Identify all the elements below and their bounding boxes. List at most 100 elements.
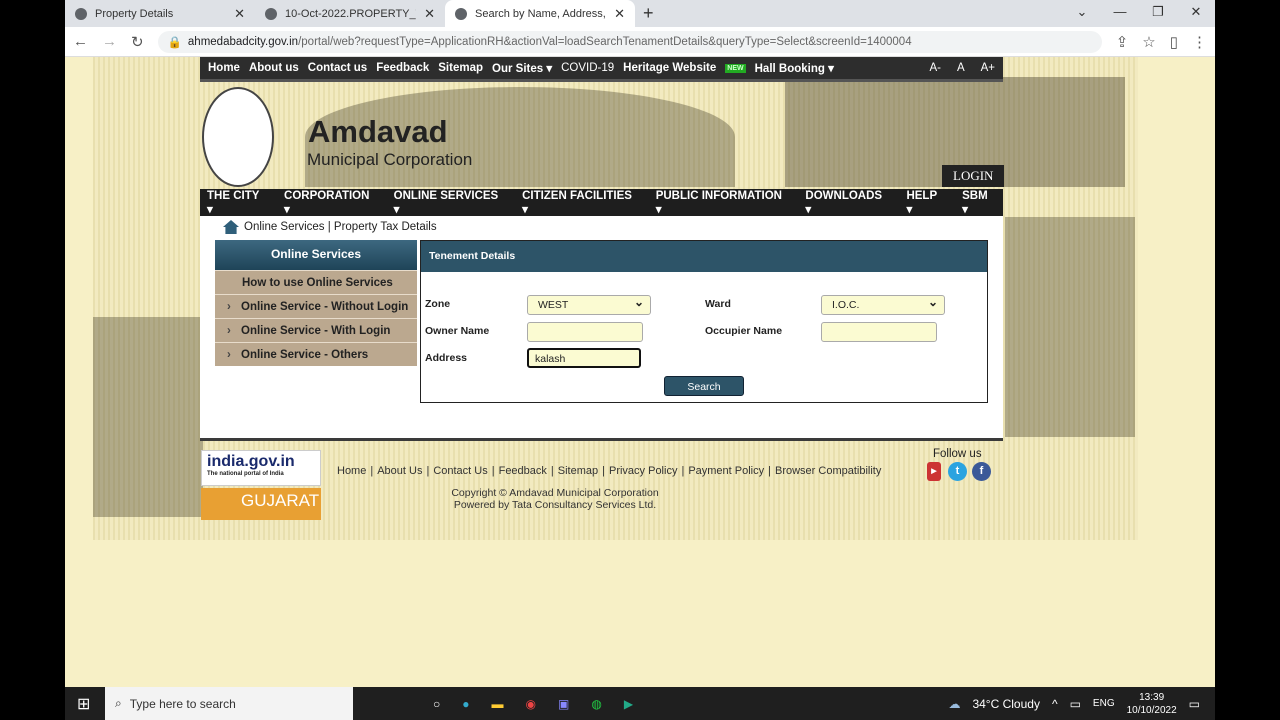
topnav-heritage[interactable]: Heritage Website [623, 62, 716, 74]
topnav-feedback[interactable]: Feedback [376, 62, 429, 74]
search-button[interactable]: Search [664, 376, 744, 396]
nav-sbm[interactable]: SBM ▾ [962, 190, 996, 216]
chrome-icon[interactable]: ◉ [526, 697, 536, 711]
sidebar-icon[interactable]: ▯ [1170, 33, 1178, 51]
url-host: ahmedabadcity.gov.in [187, 35, 299, 48]
windows-start-icon[interactable]: ⊞ [77, 694, 90, 714]
sidebar-title: Online Services [215, 240, 417, 270]
sidebar-item-with-login[interactable]: › Online Service - With Login [215, 318, 417, 342]
footer-link-feedback[interactable]: Feedback [499, 465, 547, 477]
new-badge: NEW [725, 63, 746, 73]
date: 10/10/2022 [1126, 704, 1177, 716]
search-icon: ⌕ [115, 696, 122, 710]
topnav-hall-booking[interactable]: Hall Booking ▾ [755, 61, 834, 75]
topnav-contact[interactable]: Contact us [308, 62, 367, 74]
task-view-icon[interactable]: ○ [433, 697, 440, 711]
notifications-icon[interactable]: ▭ [1189, 697, 1200, 711]
share-icon[interactable]: ⇪ [1116, 33, 1129, 51]
gujarat-portal-logo[interactable]: GUJARAT [201, 488, 321, 520]
tab-search[interactable]: Search by Name, Address, Zone, ✕ [445, 0, 635, 27]
footer-link-sitemap[interactable]: Sitemap [558, 465, 598, 477]
footer-link-payment[interactable]: Payment Policy [688, 465, 764, 477]
amc-logo[interactable] [202, 87, 274, 187]
copyright-text: Copyright © Amdavad Municipal Corporatio… [451, 487, 659, 499]
twitter-icon[interactable]: t [948, 462, 967, 481]
close-icon[interactable]: ✕ [614, 6, 625, 22]
forward-icon[interactable]: → [102, 33, 117, 50]
owner-name-input[interactable] [527, 322, 643, 342]
ward-select[interactable]: I.O.C. [821, 293, 945, 315]
topnav-our-sites[interactable]: Our Sites ▾ [492, 61, 552, 75]
maximize-button[interactable]: ❐ [1139, 0, 1177, 24]
home-icon[interactable] [223, 220, 239, 234]
tab-title: Search by Name, Address, Zone, [475, 7, 606, 20]
sidebar-item-without-login[interactable]: › Online Service - Without Login [215, 294, 417, 318]
menu-icon[interactable]: ⋮ [1192, 33, 1207, 51]
topnav-sitemap[interactable]: Sitemap [438, 62, 483, 74]
content-area: Online Services | Property Tax Details O… [200, 216, 1003, 438]
network-icon[interactable]: ▭ [1070, 697, 1081, 711]
font-decrease-button[interactable]: A- [929, 62, 941, 74]
close-icon[interactable]: ✕ [234, 6, 245, 22]
font-normal-button[interactable]: A [957, 62, 965, 74]
language-indicator[interactable]: ENG [1093, 698, 1115, 709]
tab-property-tax[interactable]: 10-Oct-2022.PROPERTY_TAX_054 ✕ [255, 0, 445, 27]
nav-the-city[interactable]: THE CITY ▾ [207, 190, 267, 216]
breadcrumb-text: Online Services | Property Tax Details [244, 221, 437, 233]
nav-downloads[interactable]: DOWNLOADS ▾ [805, 190, 889, 216]
sidebar-item-how-to[interactable]: How to use Online Services [215, 270, 417, 294]
address-input[interactable]: kalash [527, 348, 641, 368]
footer-link-browser[interactable]: Browser Compatibility [775, 465, 881, 477]
facebook-icon[interactable]: f [972, 462, 991, 481]
zone-select[interactable]: WEST [527, 293, 651, 315]
occupier-name-input[interactable] [821, 322, 937, 342]
topnav-covid[interactable]: COVID-19 [561, 62, 614, 74]
footer-link-about[interactable]: About Us [377, 465, 422, 477]
follow-us-label: Follow us [933, 448, 982, 460]
sidebar-item-label: Online Service - With Login [241, 325, 391, 337]
top-nav: Home About us Contact us Feedback Sitema… [200, 57, 1003, 82]
clock[interactable]: 13:39 10/10/2022 [1127, 691, 1177, 717]
tab-bar: Property Details ✕ 10-Oct-2022.PROPERTY_T… [65, 0, 1215, 27]
login-button[interactable]: LOGIN [942, 165, 1005, 187]
weather-text[interactable]: 34°C Cloudy [972, 697, 1040, 711]
youtube-icon[interactable]: ▶ [927, 462, 941, 481]
nav-online-services[interactable]: ONLINE SERVICES ▾ [394, 190, 505, 216]
footer-link-privacy[interactable]: Privacy Policy [609, 465, 677, 477]
india-gov-subtext: The national portal of India [207, 471, 284, 477]
sidebar-item-others[interactable]: › Online Service - Others [215, 342, 417, 366]
nav-citizen-facilities[interactable]: CITIZEN FACILITIES ▾ [522, 190, 639, 216]
chevron-down-icon[interactable]: ⌄ [1063, 0, 1101, 24]
taskbar-search[interactable]: ⌕ Type here to search [105, 687, 353, 720]
footer-link-contact[interactable]: Contact Us [433, 465, 487, 477]
sidebar-item-label: How to use Online Services [242, 277, 393, 289]
reload-icon[interactable]: ↻ [131, 33, 144, 51]
india-gov-logo[interactable]: india.gov.in The national portal of India [201, 450, 321, 486]
nav-help[interactable]: HELP ▾ [906, 190, 945, 216]
footer-link-home[interactable]: Home [337, 465, 366, 477]
app-icon[interactable]: ▶ [624, 697, 633, 711]
nav-public-information[interactable]: PUBLIC INFORMATION ▾ [656, 190, 789, 216]
file-explorer-icon[interactable]: ▬ [492, 697, 504, 711]
url-input[interactable]: 🔒 ahmedabadcity.gov.in/portal/web?request… [157, 30, 1102, 53]
topnav-home[interactable]: Home [208, 62, 240, 74]
minimize-button[interactable]: — [1101, 0, 1139, 24]
chevron-right-icon: › [227, 325, 231, 337]
new-tab-button[interactable]: + [635, 0, 662, 27]
chevron-up-icon[interactable]: ^ [1052, 697, 1058, 711]
font-increase-button[interactable]: A+ [981, 62, 995, 74]
nav-corporation[interactable]: CORPORATION ▾ [284, 190, 377, 216]
star-icon[interactable]: ☆ [1142, 33, 1155, 51]
topnav-about[interactable]: About us [249, 62, 299, 74]
main-nav: THE CITY ▾ CORPORATION ▾ ONLINE SERVICES… [200, 189, 1003, 216]
tab-property-details[interactable]: Property Details ✕ [65, 0, 255, 27]
globe-icon [75, 7, 87, 20]
close-window-button[interactable]: ✕ [1177, 0, 1215, 24]
whatsapp-icon[interactable]: ◍ [591, 697, 601, 711]
sidebar: Online Services How to use Online Servic… [215, 240, 417, 366]
back-icon[interactable]: ← [73, 33, 88, 50]
gst-app-icon[interactable]: ▣ [558, 697, 569, 711]
edge-icon[interactable]: ● [462, 697, 469, 711]
close-icon[interactable]: ✕ [424, 6, 435, 22]
chevron-right-icon: › [227, 349, 231, 361]
